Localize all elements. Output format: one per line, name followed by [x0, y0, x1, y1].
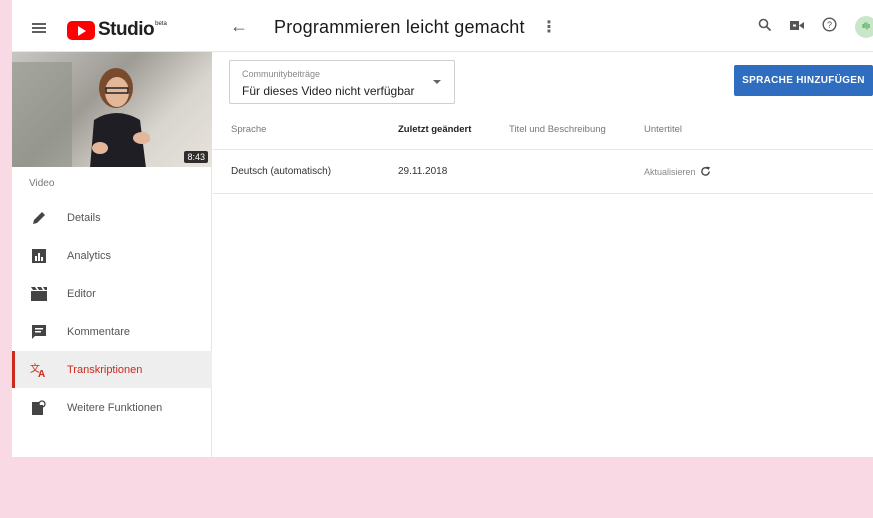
sidebar-item-label: Weitere Funktionen	[67, 401, 163, 414]
pencil-icon	[30, 209, 48, 227]
logo-beta: beta	[155, 21, 167, 27]
add-language-button[interactable]: SPRACHE HINZUFÜGEN	[734, 65, 873, 96]
sidebar-item-details[interactable]: Details	[12, 199, 212, 236]
main-content: Communitybeiträge Für dieses Video nicht…	[213, 52, 873, 457]
dropdown-label: Communitybeiträge	[242, 69, 321, 79]
translate-icon: 文A	[30, 361, 48, 379]
sidebar-item-editor[interactable]: Editor	[12, 275, 212, 312]
community-contributions-dropdown[interactable]: Communitybeiträge Für dieses Video nicht…	[229, 60, 455, 104]
column-header-language[interactable]: Sprache	[231, 124, 266, 135]
cell-language: Deutsch (automatisch)	[231, 166, 332, 177]
svg-text:?: ?	[827, 20, 832, 30]
menu-icon[interactable]	[32, 23, 46, 33]
avatar[interactable]: ıl|ı	[855, 16, 873, 38]
cell-modified: 29.11.2018	[398, 166, 448, 177]
update-subtitles-link[interactable]: Aktualisieren	[644, 166, 711, 177]
comment-icon	[30, 323, 48, 341]
youtube-play-icon	[67, 20, 95, 40]
studio-logo[interactable]: Studio beta	[67, 19, 167, 41]
update-label: Aktualisieren	[644, 166, 696, 177]
more-features-icon	[30, 399, 48, 417]
studio-app: Studio beta ← Programmieren leicht gemac…	[12, 0, 873, 457]
sidebar-item-analytics[interactable]: Analytics	[12, 237, 212, 274]
sidebar-section-label: Video	[29, 178, 55, 189]
top-header: Studio beta ← Programmieren leicht gemac…	[12, 0, 873, 52]
sidebar: 8:43 Video Details Analytics Editor Komm…	[12, 52, 212, 457]
column-header-title-description: Titel und Beschreibung	[509, 124, 606, 135]
svg-text:A: A	[38, 369, 45, 378]
sidebar-item-weitere-funktionen[interactable]: Weitere Funktionen	[12, 389, 212, 426]
sidebar-item-label: Kommentare	[67, 325, 130, 338]
create-video-icon[interactable]	[790, 18, 804, 36]
more-options-icon[interactable]: ⋮	[541, 17, 557, 37]
analytics-icon	[30, 247, 48, 265]
header-actions: ? ıl|ı	[758, 16, 873, 38]
chevron-down-icon	[433, 80, 441, 84]
sidebar-item-label: Transkriptionen	[67, 363, 143, 376]
clapperboard-icon	[30, 285, 48, 303]
sidebar-item-label: Editor	[67, 287, 96, 300]
video-duration: 8:43	[184, 151, 208, 163]
dropdown-value: Für dieses Video nicht verfügbar	[242, 84, 415, 98]
back-arrow-icon[interactable]: ←	[230, 16, 248, 37]
video-thumbnail[interactable]: 8:43	[12, 52, 212, 167]
thumbnail-background	[12, 62, 72, 167]
table-header: Sprache Zuletzt geändert Titel und Besch…	[213, 110, 873, 150]
sidebar-item-transkriptionen[interactable]: 文A Transkriptionen	[12, 351, 212, 388]
thumbnail-person	[90, 68, 150, 167]
help-icon[interactable]: ?	[822, 17, 837, 37]
refresh-icon	[700, 166, 710, 176]
column-header-modified[interactable]: Zuletzt geändert	[398, 124, 471, 135]
search-icon[interactable]	[758, 18, 772, 37]
column-header-subtitles: Untertitel	[644, 124, 683, 135]
logo-text: Studio	[98, 19, 155, 40]
table-row[interactable]: Deutsch (automatisch) 29.11.2018 Aktuali…	[213, 150, 873, 194]
sidebar-item-label: Details	[67, 211, 101, 224]
sidebar-item-label: Analytics	[67, 249, 112, 262]
page-title: Programmieren leicht gemacht	[274, 17, 525, 37]
sidebar-item-kommentare[interactable]: Kommentare	[12, 313, 212, 350]
